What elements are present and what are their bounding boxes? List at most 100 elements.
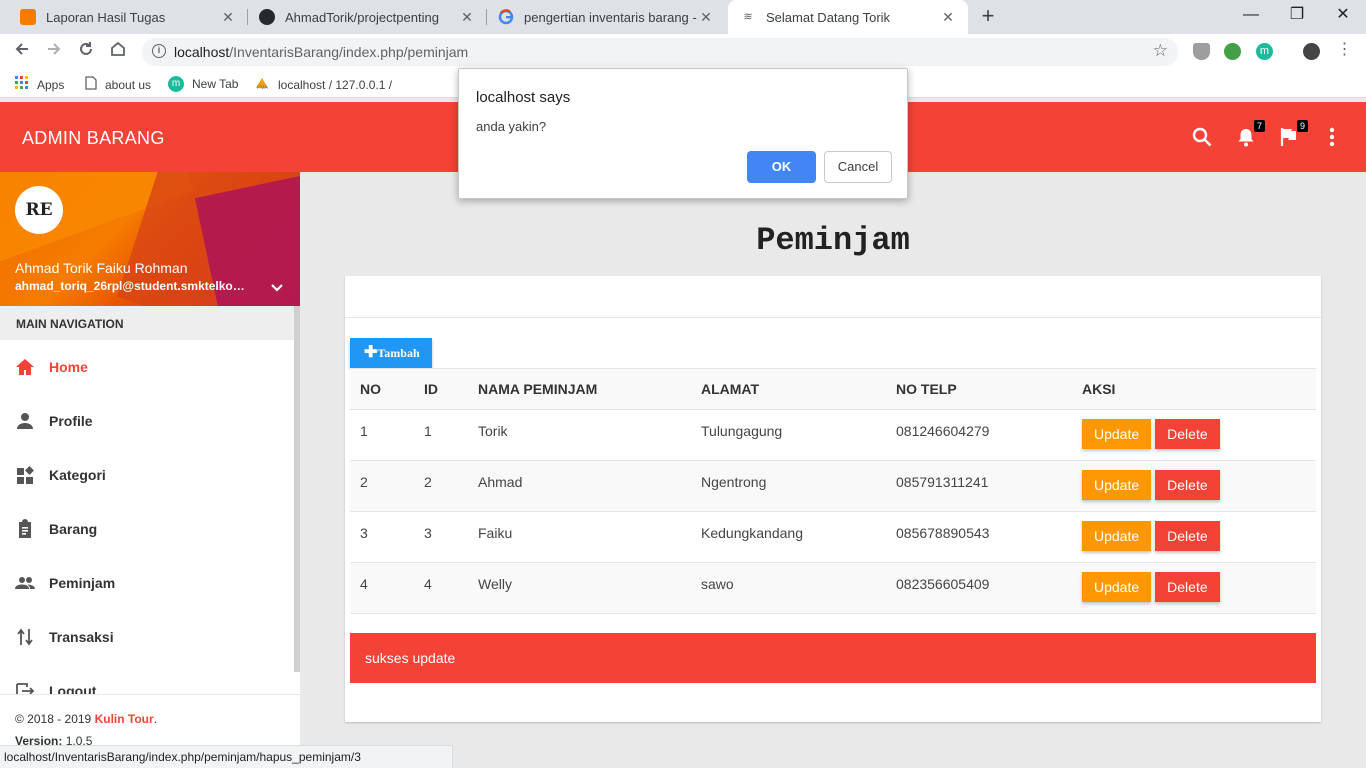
cell-no: 1 [350,409,414,461]
browser-tab-2[interactable]: AhmadTorik/projectpenting ✕ [247,0,487,34]
browser-tab-4[interactable]: ≋ Selamat Datang Torik ✕ [728,0,968,34]
cell-aksi: Update Delete [1072,460,1316,512]
m-icon: m [168,76,184,92]
home-button[interactable] [106,40,130,64]
main-navigation: Home Profile Kategori Barang Peminjam Tr… [0,340,300,694]
tasks-button[interactable]: 9 [1278,120,1308,148]
more-menu-button[interactable] [1321,126,1343,148]
info-icon[interactable]: i [152,44,166,58]
cancel-button[interactable]: Cancel [824,151,892,183]
maximize-button[interactable]: ❐ [1274,0,1320,34]
column-header: NO [350,368,414,410]
notifications-button[interactable]: 7 [1235,120,1265,148]
new-tab-button[interactable]: + [976,5,1000,29]
avatar[interactable]: RE [15,186,63,234]
close-icon[interactable]: ✕ [459,9,475,26]
dialog-message: anda yakin? [476,119,547,134]
status-bar-url: localhost/InventarisBarang/index.php/pem… [0,745,453,768]
profile-avatar-icon[interactable] [1303,43,1320,60]
delete-button[interactable]: Delete [1155,572,1220,602]
home-icon [16,359,34,375]
notification-count-badge: 7 [1253,120,1265,132]
close-icon[interactable]: ✕ [220,9,236,26]
copyright-text: © 2018 - 2019 [15,712,95,726]
user-menu-toggle[interactable] [270,280,284,294]
page-title: Peminjam [756,222,910,259]
bookmark-label: Apps [37,77,65,92]
user-info-panel: RE Ahmad Torik Faiku Rohman ahmad_toriq_… [0,172,300,306]
address-host: localhost [174,44,230,60]
close-icon[interactable]: ✕ [940,9,956,26]
kebab-menu-icon[interactable]: ⋮ [1336,42,1353,60]
sidebar-item-home[interactable]: Home [0,340,300,394]
update-button[interactable]: Update [1082,521,1152,551]
sidebar-item-kategori[interactable]: Kategori [0,448,300,502]
cell-nama: Faiku [468,511,691,563]
sidebar-item-profile[interactable]: Profile [0,394,300,448]
bookmark-about-us[interactable]: about us [85,76,151,93]
bookmark-new-tab[interactable]: m New Tab [168,76,238,92]
cell-no: 4 [350,562,414,614]
cell-aksi: Update Delete [1072,511,1316,563]
tab-title: AhmadTorik/projectpenting [285,9,439,25]
delete-button[interactable]: Delete [1155,470,1220,500]
cell-id: 4 [414,562,468,614]
bookmark-star-icon[interactable]: ☆ [1153,41,1168,61]
browser-tab-1[interactable]: Laporan Hasil Tugas ✕ [8,0,248,34]
address-bar[interactable]: i localhost/InventarisBarang/index.php/p… [142,38,1178,66]
cell-nama: Torik [468,409,691,461]
sidebar-item-transaksi[interactable]: Transaksi [0,610,300,664]
m-extension-icon[interactable]: m [1256,43,1273,60]
delete-button[interactable]: Delete [1155,419,1220,449]
column-header: AKSI [1072,368,1316,410]
logout-icon [16,683,35,694]
brand-link[interactable]: Kulin Tour [95,712,154,726]
table-header-row: NO ID NAMA PEMINJAM ALAMAT NO TELP AKSI [350,368,1316,410]
reload-button[interactable] [74,40,98,64]
update-button[interactable]: Update [1082,470,1152,500]
globe-extension-icon[interactable] [1224,43,1241,60]
add-button-label: Tambah [377,346,420,360]
assignment-icon [19,519,31,538]
delete-button[interactable]: Delete [1155,521,1220,551]
sidebar-scrollbar[interactable] [294,306,300,672]
update-button[interactable]: Update [1082,572,1152,602]
add-button[interactable]: ✚Tambah [350,338,432,368]
apps-grid-icon [15,76,29,93]
close-window-button[interactable]: ✕ [1320,0,1366,34]
forward-button[interactable] [42,40,66,64]
cell-telp: 085791311241 [886,460,1072,512]
app-title[interactable]: ADMIN BARANG [22,128,165,149]
minimize-button[interactable]: — [1228,0,1274,34]
cell-no: 2 [350,460,414,512]
column-header: NAMA PEMINJAM [468,368,691,410]
content-card: ✚Tambah NO ID NAMA PEMINJAM ALAMAT NO TE… [345,276,1321,722]
dialog-title: localhost says [476,89,571,106]
cell-telp: 085678890543 [886,511,1072,563]
phpmyadmin-icon: PMA [254,76,270,93]
tab-title: Selamat Datang Torik [766,9,891,25]
sidebar-item-label: Peminjam [49,575,116,591]
sidebar: RE Ahmad Torik Faiku Rohman ahmad_toriq_… [0,172,300,768]
google-icon [498,9,514,25]
close-icon[interactable]: ✕ [698,9,714,26]
shield-extension-icon[interactable] [1193,43,1210,60]
browser-tab-3[interactable]: pengertian inventaris barang - Go ✕ [486,0,726,34]
peminjam-table: NO ID NAMA PEMINJAM ALAMAT NO TELP AKSI … [350,368,1316,614]
swap-icon [17,628,33,646]
ok-button[interactable]: OK [747,151,816,183]
sidebar-item-peminjam[interactable]: Peminjam [0,556,300,610]
sidebar-item-barang[interactable]: Barang [0,502,300,556]
tab-title: pengertian inventaris barang - Go [524,9,698,25]
table-row: 4 4 Welly sawo 082356605409 Update Delete [350,562,1316,614]
bookmark-localhost[interactable]: PMA localhost / 127.0.0.1 / [254,76,392,93]
sidebar-item-logout[interactable]: Logout [0,664,300,694]
cell-telp: 081246604279 [886,409,1072,461]
search-button[interactable] [1191,126,1213,148]
github-icon [259,9,275,25]
back-button[interactable] [10,40,34,64]
bookmark-apps[interactable]: Apps [15,76,64,93]
browser-tab-bar: Laporan Hasil Tugas ✕ AhmadTorik/project… [0,0,1366,34]
update-button[interactable]: Update [1082,419,1152,449]
cell-alamat: Ngentrong [691,460,886,512]
